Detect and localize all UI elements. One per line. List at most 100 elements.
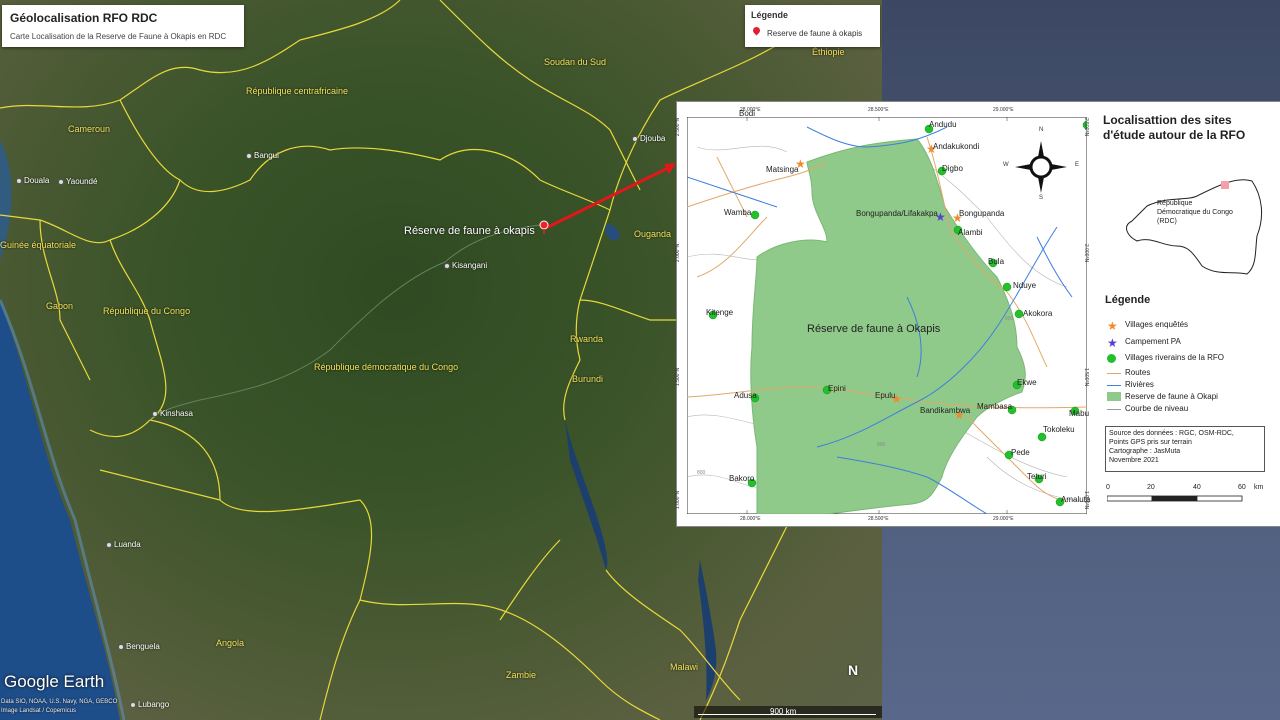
contour-line-icon xyxy=(1107,409,1121,410)
compass-n: N xyxy=(1039,127,1044,133)
reserve-name-label: Réserve de faune à Okapis xyxy=(807,323,941,335)
rfo-location-marker xyxy=(1221,181,1229,189)
dot-icon xyxy=(1107,354,1116,363)
scale-tick: 40 xyxy=(1193,484,1201,491)
north-letter: N xyxy=(848,662,859,678)
village-label: Ekwe xyxy=(1017,378,1037,387)
imagery-credits: Data SIO, NOAA, U.S. Navy, NGA, GEBCO Im… xyxy=(1,698,117,716)
village-label: Digbo xyxy=(942,164,963,173)
source-line: Novembre 2021 xyxy=(1109,457,1159,464)
credit-line: Image Landsat / Copernicus xyxy=(1,708,77,714)
label-ethiopia: Éthiopie xyxy=(812,47,845,57)
village-label: Kitenge xyxy=(706,308,734,317)
village-label: Mabu xyxy=(1069,409,1090,418)
star-icon: ★ xyxy=(1107,319,1118,333)
label-congo: République du Congo xyxy=(103,306,191,316)
source-line: Cartographe : JasMuta xyxy=(1109,448,1181,455)
map-subtitle: Carte Localisation de la Reserve de Faun… xyxy=(10,32,227,41)
source-line: Source des données : RGC, OSM-RDC, xyxy=(1109,430,1234,437)
city-douala: Douala xyxy=(16,176,49,185)
graticule-left: 2.500°N xyxy=(675,117,682,137)
village-label: Bodi xyxy=(739,109,756,118)
road-line-icon xyxy=(1107,373,1121,374)
legend-rivers: Rivières xyxy=(1125,380,1154,389)
scale-tick: 20 xyxy=(1147,484,1155,491)
village-label: Bula xyxy=(988,257,1005,266)
label-rwanda: Rwanda xyxy=(570,334,604,344)
reserve-swatch xyxy=(1107,392,1121,401)
label-cameroon: Cameroun xyxy=(68,124,111,134)
label-angola: Angola xyxy=(216,638,245,648)
city-luanda: Luanda xyxy=(106,540,141,549)
city-lubango: Lubango xyxy=(130,700,169,709)
map-pin-icon xyxy=(751,25,762,36)
graticule-top: 28.500°E xyxy=(868,107,889,113)
village-label: Bakoro xyxy=(729,474,755,483)
graticule-bottom: 28.000°E xyxy=(740,516,761,522)
legend-riverside: Villages riverains de la RFO xyxy=(1125,353,1225,362)
graticule-top: 29.000°E xyxy=(993,107,1014,113)
reserve-pin-icon[interactable] xyxy=(539,220,549,234)
inset-legend-title: Légende xyxy=(1105,294,1151,306)
village-label: Matsinga xyxy=(766,165,799,174)
graticule-bottom: 28.500°E xyxy=(868,516,889,522)
contour-label: 900 xyxy=(877,442,886,448)
village-label: Andudu xyxy=(929,120,957,129)
graticule-right: 1.500°N xyxy=(1083,367,1090,387)
graticule-left: 2.000°N xyxy=(675,243,682,263)
legend-card[interactable]: Légende Reserve de faune à okapis xyxy=(745,5,880,47)
legend-camp: Campement PA xyxy=(1125,337,1181,346)
label-south-sudan: Soudan du Sud xyxy=(544,57,607,67)
graticule-right: 2.500°N xyxy=(1083,117,1090,137)
village-label: Amaluta xyxy=(1061,495,1091,504)
village-label: Epini xyxy=(828,384,846,393)
legend-title: Légende xyxy=(751,10,789,20)
scale-unit: km xyxy=(1254,484,1264,491)
village-label: Epulu xyxy=(875,391,896,400)
credit-line: Data SIO, NOAA, U.S. Navy, NGA, GEBCO xyxy=(1,699,118,705)
legend-contour: Courbe de niveau xyxy=(1125,404,1189,413)
village-label: Bongupanda xyxy=(959,209,1005,218)
city-kisangani: Kisangani xyxy=(444,261,487,270)
label-gabon: Gabon xyxy=(46,301,74,311)
village-label: Adusa xyxy=(734,391,757,400)
label-burundi: Burundi xyxy=(572,374,604,384)
inset-title: Localisattion des sites d'étude autour d… xyxy=(1103,113,1246,142)
village-label: Pede xyxy=(1011,448,1030,457)
google-earth-logo: Google Earth xyxy=(4,672,105,691)
contour-label: 900 xyxy=(1005,316,1014,322)
source-line: Points GPS pris sur terrain xyxy=(1109,439,1192,446)
village-label: Alambi xyxy=(958,228,983,237)
label-malawi: Malawi xyxy=(670,662,699,672)
village-label: Teturi xyxy=(1027,472,1047,481)
source-box: Source des données : RGC, OSM-RDC, Point… xyxy=(1105,426,1265,472)
compass-e: E xyxy=(1075,162,1080,168)
title-card[interactable]: Géolocalisation RFO RDC Carte Localisati… xyxy=(2,5,244,47)
city-kinshasa: Kinshasa xyxy=(152,409,193,418)
inset-map-panel: ★ ★ ★ ★ ★ ★ 28.000°E 28.500°E 29.000°E 2… xyxy=(675,101,1280,527)
city-benguela: Benguela xyxy=(118,642,160,651)
village-label: Nduye xyxy=(1013,281,1037,290)
label-drc: République démocratique du Congo xyxy=(314,362,459,372)
village-label: Bandikambwa xyxy=(920,406,971,415)
atlantic-ocean xyxy=(0,300,120,720)
camp-label: Bongupanda/Lifakakpa xyxy=(856,209,938,218)
city-djouba: Djouba xyxy=(632,134,665,143)
village-label: Mambasa xyxy=(977,402,1013,411)
north-arrow-icon[interactable]: N xyxy=(848,662,858,678)
reserve-marker-label[interactable]: Réserve de faune à okapis xyxy=(404,225,535,237)
legend-item: Reserve de faune à okapis xyxy=(767,29,863,38)
scale-tick: 0 xyxy=(1106,484,1110,491)
scale-bar: 900 km xyxy=(694,706,882,718)
village-label: Wamba xyxy=(724,208,752,217)
lake-tanganyika xyxy=(565,420,608,570)
label-zambia: Zambie xyxy=(506,670,537,680)
lake-malawi xyxy=(698,560,717,700)
star-icon: ★ xyxy=(1107,336,1118,350)
compass-s: S xyxy=(1039,195,1044,201)
inset-scale-bar xyxy=(1107,495,1243,502)
label-car: République centrafricaine xyxy=(246,86,349,96)
graticule-left: 1.000°N xyxy=(675,490,682,510)
drc-caption: République Démocratique du Congo (RDC) xyxy=(1157,200,1233,225)
scale-tick: 60 xyxy=(1238,484,1246,491)
